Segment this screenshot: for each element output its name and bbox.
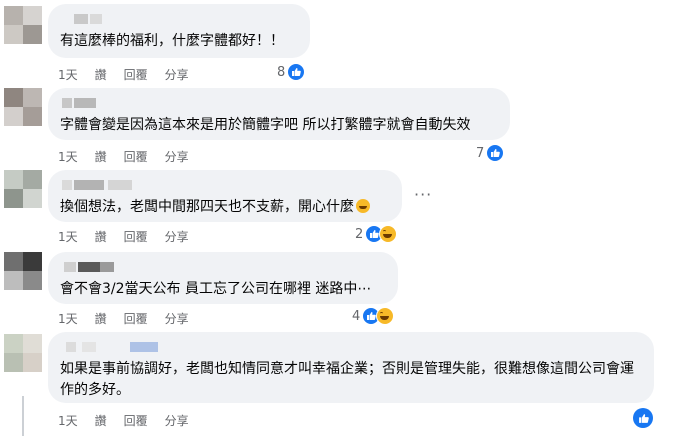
comment-text: 如果是事前協調好，老闆也知情同意才叫幸福企業；否則是管理失能，很難想像這間公司會… [60, 361, 634, 398]
comment-text: 會不會3/2當天公布 員工忘了公司在哪裡 迷路中⋯ [60, 281, 372, 297]
like-button[interactable]: 讚 [95, 148, 107, 165]
thread-line [22, 396, 24, 436]
author-name-redacted[interactable] [60, 340, 642, 356]
reply-button[interactable]: 回覆 [124, 148, 148, 165]
comment-bubble: 字體會變是因為這本來是用於簡體字吧 所以打繁體字就會自動失效 [48, 88, 510, 140]
reaction-summary[interactable]: 4 [352, 307, 395, 325]
reply-button[interactable]: 回覆 [124, 228, 148, 245]
share-button[interactable]: 分享 [165, 228, 189, 245]
comment-bubble: 有這麼棒的福利，什麼字體都好！！ [48, 4, 310, 58]
reaction-count: 7 [476, 145, 485, 161]
avatar[interactable] [4, 170, 42, 208]
timestamp[interactable]: 1天 [58, 148, 78, 165]
share-button[interactable]: 分享 [165, 66, 189, 83]
comment-text: 換個想法，老闆中間那四天也不支薪，開心什麼 [60, 197, 390, 218]
like-icon [287, 63, 306, 81]
timestamp[interactable]: 1天 [58, 66, 78, 83]
comment-bubble: 如果是事前協調好，老闆也知情同意才叫幸福企業；否則是管理失能，很難想像這間公司會… [48, 332, 654, 403]
reaction-count: 4 [352, 308, 361, 324]
like-button[interactable]: 讚 [95, 310, 107, 327]
timestamp[interactable]: 1天 [58, 228, 78, 245]
author-name-redacted[interactable] [60, 96, 498, 112]
comment-bubble: 換個想法，老闆中間那四天也不支薪，開心什麼 [48, 170, 402, 222]
share-button[interactable]: 分享 [165, 412, 189, 429]
share-button[interactable]: 分享 [165, 310, 189, 327]
laughing-emoji-icon [356, 199, 370, 213]
comment-text: 有這麼棒的福利，什麼字體都好！！ [60, 33, 284, 49]
reaction-count: 2 [355, 226, 364, 242]
share-button[interactable]: 分享 [165, 148, 189, 165]
reply-button[interactable]: 回覆 [124, 66, 148, 83]
author-name-redacted[interactable] [60, 260, 386, 276]
timestamp[interactable]: 1天 [58, 310, 78, 327]
reply-button[interactable]: 回覆 [124, 310, 148, 327]
reaction-summary[interactable]: 7 [476, 144, 505, 162]
like-icon[interactable] [633, 408, 653, 428]
haha-icon [379, 225, 398, 243]
author-name-redacted[interactable] [60, 12, 298, 28]
avatar[interactable] [4, 88, 42, 126]
haha-icon [376, 307, 395, 325]
avatar[interactable] [4, 334, 42, 372]
like-button[interactable]: 讚 [95, 412, 107, 429]
timestamp[interactable]: 1天 [58, 412, 78, 429]
author-name-redacted[interactable] [60, 178, 390, 194]
like-icon [486, 144, 505, 162]
comment-bubble: 會不會3/2當天公布 員工忘了公司在哪裡 迷路中⋯ [48, 252, 398, 304]
reaction-summary[interactable]: 2 [355, 225, 398, 243]
reaction-count: 8 [277, 64, 286, 80]
like-button[interactable]: 讚 [95, 228, 107, 245]
reaction-summary[interactable]: 8 [277, 63, 306, 81]
comment-text-body: 換個想法，老闆中間那四天也不支薪，開心什麼 [60, 199, 354, 215]
comment-text: 字體會變是因為這本來是用於簡體字吧 所以打繁體字就會自動失效 [60, 117, 471, 133]
avatar[interactable] [4, 6, 42, 44]
like-button[interactable]: 讚 [95, 66, 107, 83]
reply-button[interactable]: 回覆 [124, 412, 148, 429]
more-options-icon[interactable]: ··· [414, 185, 432, 204]
avatar[interactable] [4, 252, 42, 290]
